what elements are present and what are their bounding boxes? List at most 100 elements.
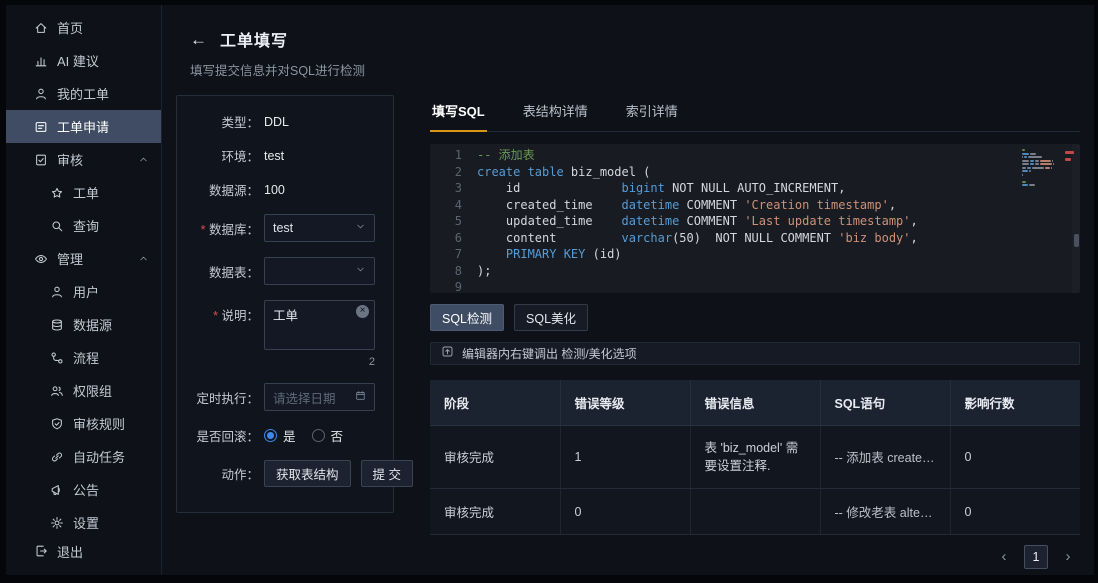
cell-error-level: 1	[560, 425, 690, 488]
sidebar-item-datasource[interactable]: 数据源	[6, 308, 161, 341]
form-row-schedule: 定时执行： 请选择日期	[189, 383, 375, 411]
rollback-label: 是否回滚：	[189, 426, 259, 445]
line-number: 1	[434, 147, 462, 164]
editor-hint-bar: 编辑器内右键调出 检测/美化选项	[430, 342, 1080, 365]
env-label: 环境：	[189, 146, 259, 165]
sidebar-item-label: 设置	[73, 513, 99, 532]
table-row: 审核完成1表 'biz_model' 需要设置注释.-- 添加表 create …	[430, 425, 1080, 488]
sidebar-item-ai-suggest[interactable]: AI 建议	[6, 44, 161, 77]
code-line: 9	[434, 279, 1080, 293]
pagination: ‹ 1 ›	[430, 545, 1080, 575]
main-area: ← 工单填写 填写提交信息并对SQL进行检测 类型： DDL 环境： test	[162, 5, 1094, 575]
datasource-icon	[50, 318, 64, 332]
sidebar-item-users[interactable]: 用户	[6, 275, 161, 308]
review-rules-icon	[50, 417, 64, 431]
cell-affected-rows: 0	[950, 489, 1080, 535]
form-row-database: 数据库： test	[189, 214, 375, 242]
sidebar-item-label: 自动任务	[73, 447, 125, 466]
sidebar-item-label: 审核规则	[73, 414, 125, 433]
sidebar-item-logout[interactable]: 退出	[6, 539, 161, 563]
tab-table-structure[interactable]: 表结构详情	[521, 95, 590, 131]
sidebar-item-announcement[interactable]: 公告	[6, 473, 161, 506]
sidebar-item-settings[interactable]: 设置	[6, 506, 161, 539]
sidebar-item-label: 用户	[73, 282, 99, 301]
scrollbar-thumb[interactable]	[1074, 234, 1079, 247]
sidebar-item-label: 查询	[73, 216, 99, 235]
cell-stage: 审核完成	[430, 489, 560, 535]
table-row: 审核完成0-- 修改老表 alter table...0	[430, 489, 1080, 535]
ticket-apply-icon	[34, 120, 48, 134]
sidebar-item-label: 审核	[57, 150, 83, 169]
cell-stage: 审核完成	[430, 425, 560, 488]
line-number: 3	[434, 180, 462, 197]
description-label: 说明：	[189, 300, 259, 324]
line-number: 2	[434, 164, 462, 181]
database-select-value: test	[273, 221, 293, 235]
sql-check-button[interactable]: SQL检测	[430, 304, 504, 331]
sidebar-item-auto-task[interactable]: 自动任务	[6, 440, 161, 473]
line-number: 4	[434, 197, 462, 214]
content-area: 类型： DDL 环境： test 数据源： 100 数据库： test	[176, 95, 1080, 575]
table-header-row: 阶段错误等级错误信息SQL语句影响行数	[430, 380, 1080, 426]
cell-error-message: 表 'biz_model' 需要设置注释.	[690, 425, 820, 488]
sidebar-item-label: 管理	[57, 249, 83, 268]
back-button[interactable]: ←	[190, 31, 207, 48]
sidebar-nav: 首页 AI 建议我的工单工单申请审核工单查询管理用户数据源流程权限组审核规则自动任…	[6, 11, 161, 539]
sidebar-item-review-query[interactable]: 查询	[6, 209, 161, 242]
radio-dot	[312, 429, 325, 442]
line-number: 8	[434, 263, 462, 280]
review-icon	[34, 153, 48, 167]
column-header-affected-rows: 影响行数	[950, 380, 1080, 426]
editor-minimap	[1022, 149, 1064, 188]
sidebar-item-label: AI 建议	[57, 51, 99, 70]
sidebar-item-label: 流程	[73, 348, 99, 367]
form-row-description: 说明： 工单 × 2	[189, 300, 375, 368]
schedule-date-input[interactable]: 请选择日期	[264, 383, 375, 411]
column-header-stage: 阶段	[430, 380, 560, 426]
line-number: 5	[434, 213, 462, 230]
chevron-down-icon	[355, 264, 366, 278]
sidebar-item-flow[interactable]: 流程	[6, 341, 161, 374]
sidebar-item-review-ticket[interactable]: 工单	[6, 176, 161, 209]
review-ticket-icon	[50, 186, 64, 200]
cell-sql: -- 修改老表 alter table...	[820, 489, 950, 535]
database-select[interactable]: test	[264, 214, 375, 242]
type-label: 类型：	[189, 112, 259, 131]
logout-icon	[34, 544, 48, 558]
cell-sql: -- 添加表 create table ...	[820, 425, 950, 488]
pagination-prev-button[interactable]: ‹	[992, 545, 1016, 569]
submit-button[interactable]: 提 交	[361, 460, 413, 487]
sql-beautify-button[interactable]: SQL美化	[514, 304, 588, 331]
sidebar-item-ticket-apply[interactable]: 工单申请	[6, 110, 161, 143]
sidebar-item-manage[interactable]: 管理	[6, 242, 161, 275]
form-row-env: 环境： test	[189, 146, 375, 165]
pagination-page-1[interactable]: 1	[1024, 545, 1048, 569]
users-icon	[50, 285, 64, 299]
fetch-structure-button[interactable]: 获取表结构	[264, 460, 351, 487]
editor-scrollbar[interactable]	[1072, 144, 1080, 293]
code-line: 6 content varchar(50) NOT NULL COMMENT '…	[434, 230, 1080, 247]
tab-index-detail[interactable]: 索引详情	[624, 95, 680, 131]
rollback-no-radio[interactable]: 否	[312, 426, 344, 445]
cell-affected-rows: 0	[950, 425, 1080, 488]
review-query-icon	[50, 219, 64, 233]
sidebar-item-review[interactable]: 审核	[6, 143, 161, 176]
clear-icon[interactable]: ×	[356, 305, 369, 318]
page-header: ← 工单填写 填写提交信息并对SQL进行检测	[176, 27, 1080, 79]
table-select[interactable]	[264, 257, 375, 285]
datasource-label: 数据源：	[189, 180, 259, 199]
rollback-radio-group: 是 否	[264, 426, 343, 445]
my-tickets-icon	[34, 87, 48, 101]
form-row-table: 数据表：	[189, 257, 375, 285]
datasource-value: 100	[264, 183, 285, 197]
sidebar-item-label: 数据源	[73, 315, 112, 334]
sidebar-item-review-rules[interactable]: 审核规则	[6, 407, 161, 440]
tab-sql[interactable]: 填写SQL	[430, 95, 487, 131]
sidebar-item-my-tickets[interactable]: 我的工单	[6, 77, 161, 110]
window-frame: 首页 AI 建议我的工单工单申请审核工单查询管理用户数据源流程权限组审核规则自动任…	[0, 0, 1098, 583]
pagination-next-button[interactable]: ›	[1056, 545, 1080, 569]
sidebar-item-permission-group[interactable]: 权限组	[6, 374, 161, 407]
sql-editor[interactable]: 1-- 添加表2create table biz_model (3 id big…	[430, 144, 1080, 293]
sidebar-item-home[interactable]: 首页	[6, 11, 161, 44]
rollback-yes-radio[interactable]: 是	[264, 426, 296, 445]
